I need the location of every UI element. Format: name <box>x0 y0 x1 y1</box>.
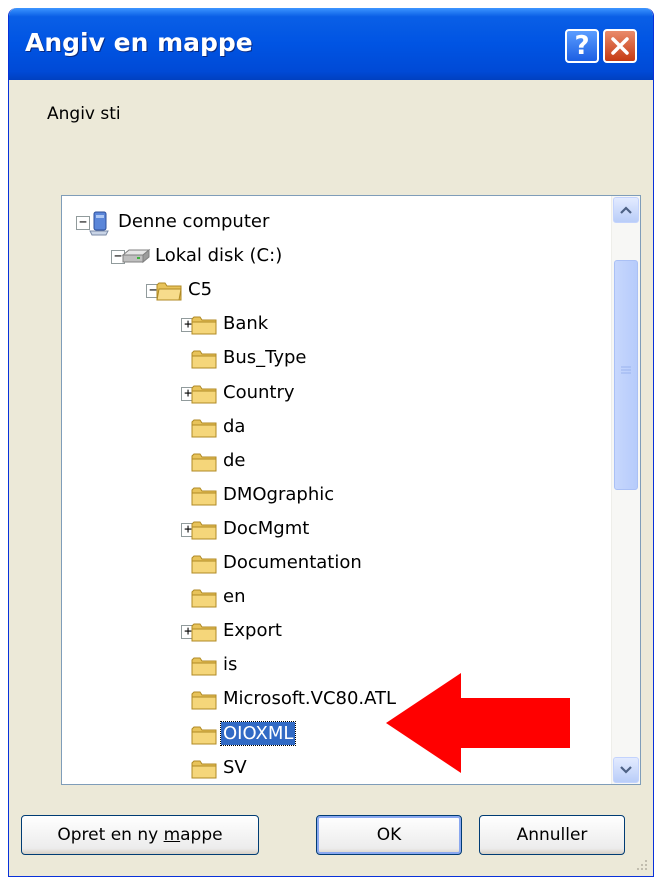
ok-button[interactable]: OK <box>316 815 462 855</box>
tree-node-child-4[interactable]: de <box>62 446 612 478</box>
tree-node-label: Documentation <box>223 552 362 573</box>
tree-node-label: en <box>223 586 246 608</box>
tree-node-child-5[interactable]: DMOgraphic <box>62 480 612 512</box>
tree-node-drive[interactable]: − Lokal disk (C:) <box>62 241 612 273</box>
tree-node-label: SV <box>223 756 247 778</box>
annotation-arrow <box>386 673 570 773</box>
tree-node-label: de <box>223 449 246 471</box>
folder-icon <box>191 384 217 404</box>
tree-node-child-3[interactable]: da <box>62 412 612 444</box>
drive-icon <box>121 247 151 267</box>
folder-icon <box>191 690 217 710</box>
folder-icon <box>191 588 217 608</box>
new-folder-button[interactable]: Opret en ny m appe <box>21 815 259 855</box>
tree-node-label: Export <box>223 620 282 642</box>
tree-node-c5[interactable]: − C5 <box>62 275 612 307</box>
new-folder-label-part1: Opret en ny <box>57 825 164 845</box>
new-folder-label-part2: appe <box>180 825 223 845</box>
chevron-down-icon <box>620 766 632 774</box>
folder-open-icon <box>156 281 182 301</box>
title-bar[interactable]: Angiv en mappe ? <box>9 8 653 80</box>
tree-node-label: Bank <box>223 313 269 335</box>
tree-node-label: Microsoft.VC80.ATL <box>223 688 397 710</box>
scroll-down-button[interactable] <box>613 757 639 783</box>
tree-node-child-8[interactable]: en <box>62 582 612 614</box>
tree-node-child-0[interactable]: + Bank <box>62 309 612 341</box>
tree-node-child-7[interactable]: Documentation <box>62 548 612 580</box>
tree-node-child-1[interactable]: Bus_Type <box>62 343 612 375</box>
tree-node-label: DocMgmt <box>223 517 310 539</box>
cancel-button[interactable]: Annuller <box>479 815 625 855</box>
help-icon: ? <box>574 31 590 61</box>
tree-node-child-6[interactable]: + DocMgmt <box>62 514 612 546</box>
folder-icon <box>191 418 217 438</box>
tree-node-label: C5 <box>188 279 213 301</box>
tree-node-root[interactable]: − Denne computer <box>62 207 612 239</box>
tree-node-child-9[interactable]: + Export <box>62 616 612 648</box>
close-button[interactable] <box>603 29 637 63</box>
folder-icon <box>191 759 217 779</box>
chevron-up-icon <box>620 206 632 214</box>
tree-node-label: da <box>223 415 246 437</box>
scroll-thumb[interactable] <box>614 260 638 490</box>
tree-node-label: Bus_Type <box>223 347 307 369</box>
grip-icon <box>621 366 631 374</box>
folder-icon <box>191 725 217 745</box>
folder-icon <box>191 554 217 574</box>
prompt-label: Angiv sti <box>47 104 121 124</box>
resize-grip-icon[interactable] <box>633 856 649 872</box>
tree-node-label: Country <box>223 381 295 403</box>
close-icon <box>611 37 629 55</box>
new-folder-accelerator: m <box>163 825 181 845</box>
tree-node-label: OIOXML <box>219 720 297 746</box>
vertical-scrollbar[interactable] <box>611 196 640 784</box>
tree-node-label: Lokal disk (C:) <box>155 245 283 267</box>
folder-icon <box>191 622 217 642</box>
folder-icon <box>191 486 217 506</box>
folder-icon <box>191 349 217 369</box>
folder-icon <box>191 452 217 472</box>
tree-node-label: Denne computer <box>118 211 270 232</box>
scroll-up-button[interactable] <box>613 197 639 223</box>
folder-icon <box>191 520 217 540</box>
folder-icon <box>191 656 217 676</box>
tree-node-label: DMOgraphic <box>223 483 335 505</box>
help-button[interactable]: ? <box>565 29 599 63</box>
tree-node-label: is <box>223 654 238 676</box>
tree-node-child-2[interactable]: + Country <box>62 378 612 410</box>
folder-icon <box>191 315 217 335</box>
computer-icon <box>86 210 112 236</box>
window-title: Angiv en mappe <box>25 28 253 57</box>
